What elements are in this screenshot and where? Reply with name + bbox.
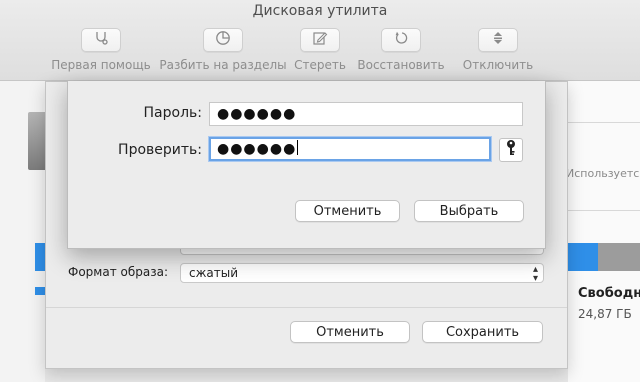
unmount-icon bbox=[490, 30, 506, 50]
password-value: ●●●●●● bbox=[217, 106, 297, 122]
toolbar-label: Отключить bbox=[462, 58, 534, 72]
divider bbox=[568, 210, 640, 211]
toolbar-label: Восстановить bbox=[357, 58, 445, 72]
info-panel bbox=[568, 81, 640, 382]
key-icon bbox=[505, 139, 517, 161]
choose-button[interactable]: Выбрать bbox=[414, 200, 524, 222]
sidebar-selection bbox=[35, 243, 45, 271]
verify-value: ●●●●●● bbox=[217, 141, 297, 157]
chevron-updown-icon: ▴ ▾ bbox=[532, 264, 538, 284]
divider bbox=[46, 307, 567, 308]
free-size: 24,87 ГБ bbox=[578, 307, 632, 321]
sheet-cancel-button[interactable]: Отменить bbox=[290, 321, 410, 343]
save-button[interactable]: Сохранить bbox=[422, 321, 543, 343]
divider bbox=[568, 122, 640, 123]
password-dialog: Пароль: ●●●●●● Проверить: ●●●●●● Отменит… bbox=[67, 81, 546, 249]
toolbar-label: Первая помощь bbox=[51, 58, 151, 72]
toolbar-label: Разбить на разделы bbox=[159, 58, 287, 72]
pie-chart-icon bbox=[215, 30, 231, 50]
restore-button[interactable] bbox=[381, 28, 421, 52]
first-aid-button[interactable] bbox=[81, 28, 121, 52]
unmount-button[interactable] bbox=[478, 28, 518, 52]
image-format-select[interactable]: сжатый ▴ ▾ bbox=[180, 263, 544, 284]
stethoscope-icon bbox=[93, 30, 109, 50]
toolbar-restore[interactable]: Восстановить bbox=[355, 28, 447, 72]
used-label: Используется bbox=[566, 167, 640, 180]
toolbar-partition[interactable]: Разбить на разделы bbox=[157, 28, 289, 72]
text-caret bbox=[297, 140, 299, 155]
partition-button[interactable] bbox=[203, 28, 243, 52]
usage-bar-free bbox=[598, 243, 640, 271]
disk-icon bbox=[28, 112, 45, 170]
free-label: Свободно bbox=[578, 286, 640, 301]
password-field[interactable]: ●●●●●● bbox=[209, 102, 523, 126]
erase-button[interactable] bbox=[300, 28, 340, 52]
verify-label: Проверить: bbox=[118, 142, 202, 158]
toolbar-first-aid[interactable]: Первая помощь bbox=[48, 28, 154, 72]
window-toolbar: Дисковая утилита Первая помощь Разбить н… bbox=[0, 0, 640, 81]
window-title: Дисковая утилита bbox=[252, 3, 388, 19]
image-format-value: сжатый bbox=[189, 266, 239, 280]
sidebar-selection bbox=[35, 287, 45, 295]
erase-icon bbox=[312, 30, 328, 50]
toolbar-erase[interactable]: Стереть bbox=[294, 28, 346, 72]
password-label: Пароль: bbox=[143, 105, 202, 121]
restore-icon bbox=[393, 30, 409, 50]
toolbar-label: Стереть bbox=[294, 58, 346, 72]
image-format-label: Формат образа: bbox=[68, 265, 168, 279]
usage-bar-used bbox=[566, 243, 598, 271]
password-assistant-button[interactable] bbox=[499, 138, 523, 162]
toolbar-unmount[interactable]: Отключить bbox=[460, 28, 536, 72]
password-cancel-button[interactable]: Отменить bbox=[295, 200, 400, 222]
verify-password-field[interactable]: ●●●●●● bbox=[209, 137, 491, 161]
